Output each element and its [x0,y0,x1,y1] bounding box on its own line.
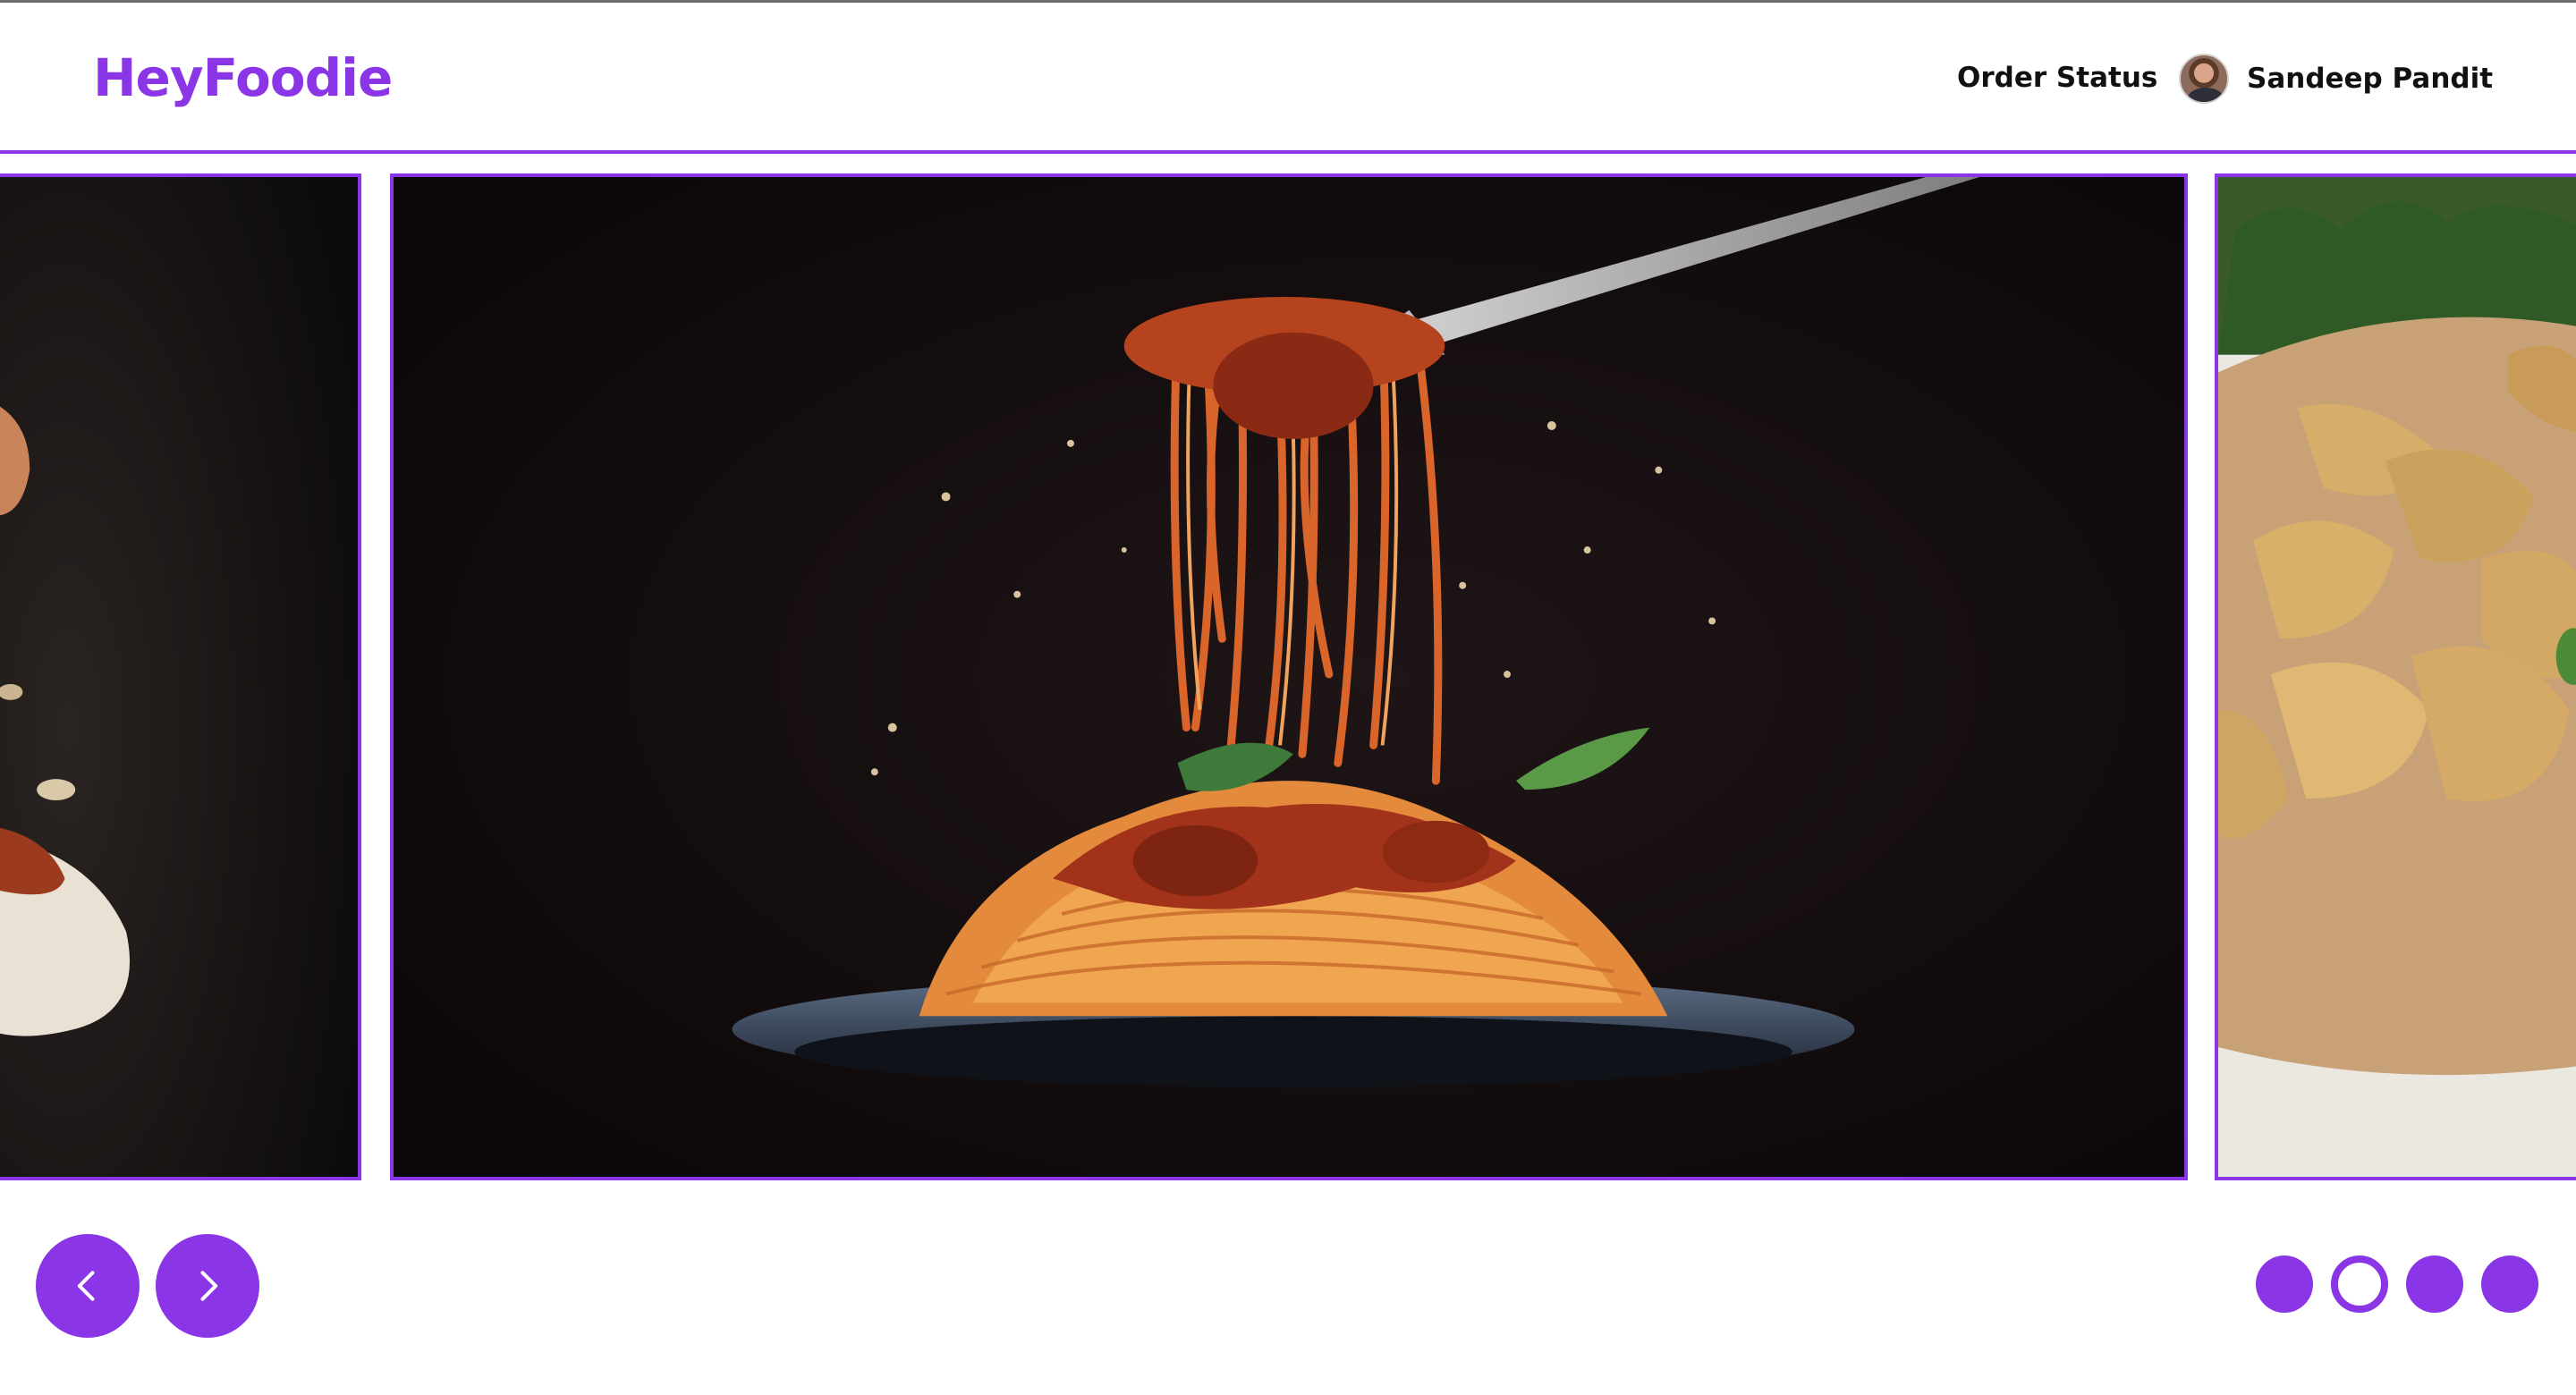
chevron-right-icon [200,1271,218,1301]
carousel-slide-previous[interactable] [0,173,361,1180]
samosas-image [2218,177,2576,1177]
carousel-slide-next[interactable] [2215,173,2576,1180]
user-name: Sandeep Pandit [2247,63,2494,95]
carousel-slide-current[interactable] [390,173,2188,1180]
chevron-left-icon [77,1271,95,1301]
site-header: HeyFoodie Order Status Sandeep Pandit [0,3,2576,153]
avatar [2179,54,2229,104]
dumplings-image [0,177,358,1177]
carousel-indicator-4[interactable] [2481,1256,2538,1313]
order-status-link[interactable]: Order Status [1957,62,2157,94]
carousel-next-button[interactable] [156,1234,259,1338]
carousel-indicator-3[interactable] [2406,1256,2463,1313]
carousel-indicator-2[interactable] [2331,1256,2388,1313]
carousel-indicators [2256,1256,2538,1315]
user-menu[interactable]: Sandeep Pandit [2179,53,2493,105]
carousel-prev-button[interactable] [36,1234,140,1338]
brand-logo[interactable]: HeyFoodie [93,47,393,108]
header-divider [0,150,2576,154]
spaghetti-image [394,177,2184,1177]
carousel-indicator-1[interactable] [2256,1256,2313,1313]
